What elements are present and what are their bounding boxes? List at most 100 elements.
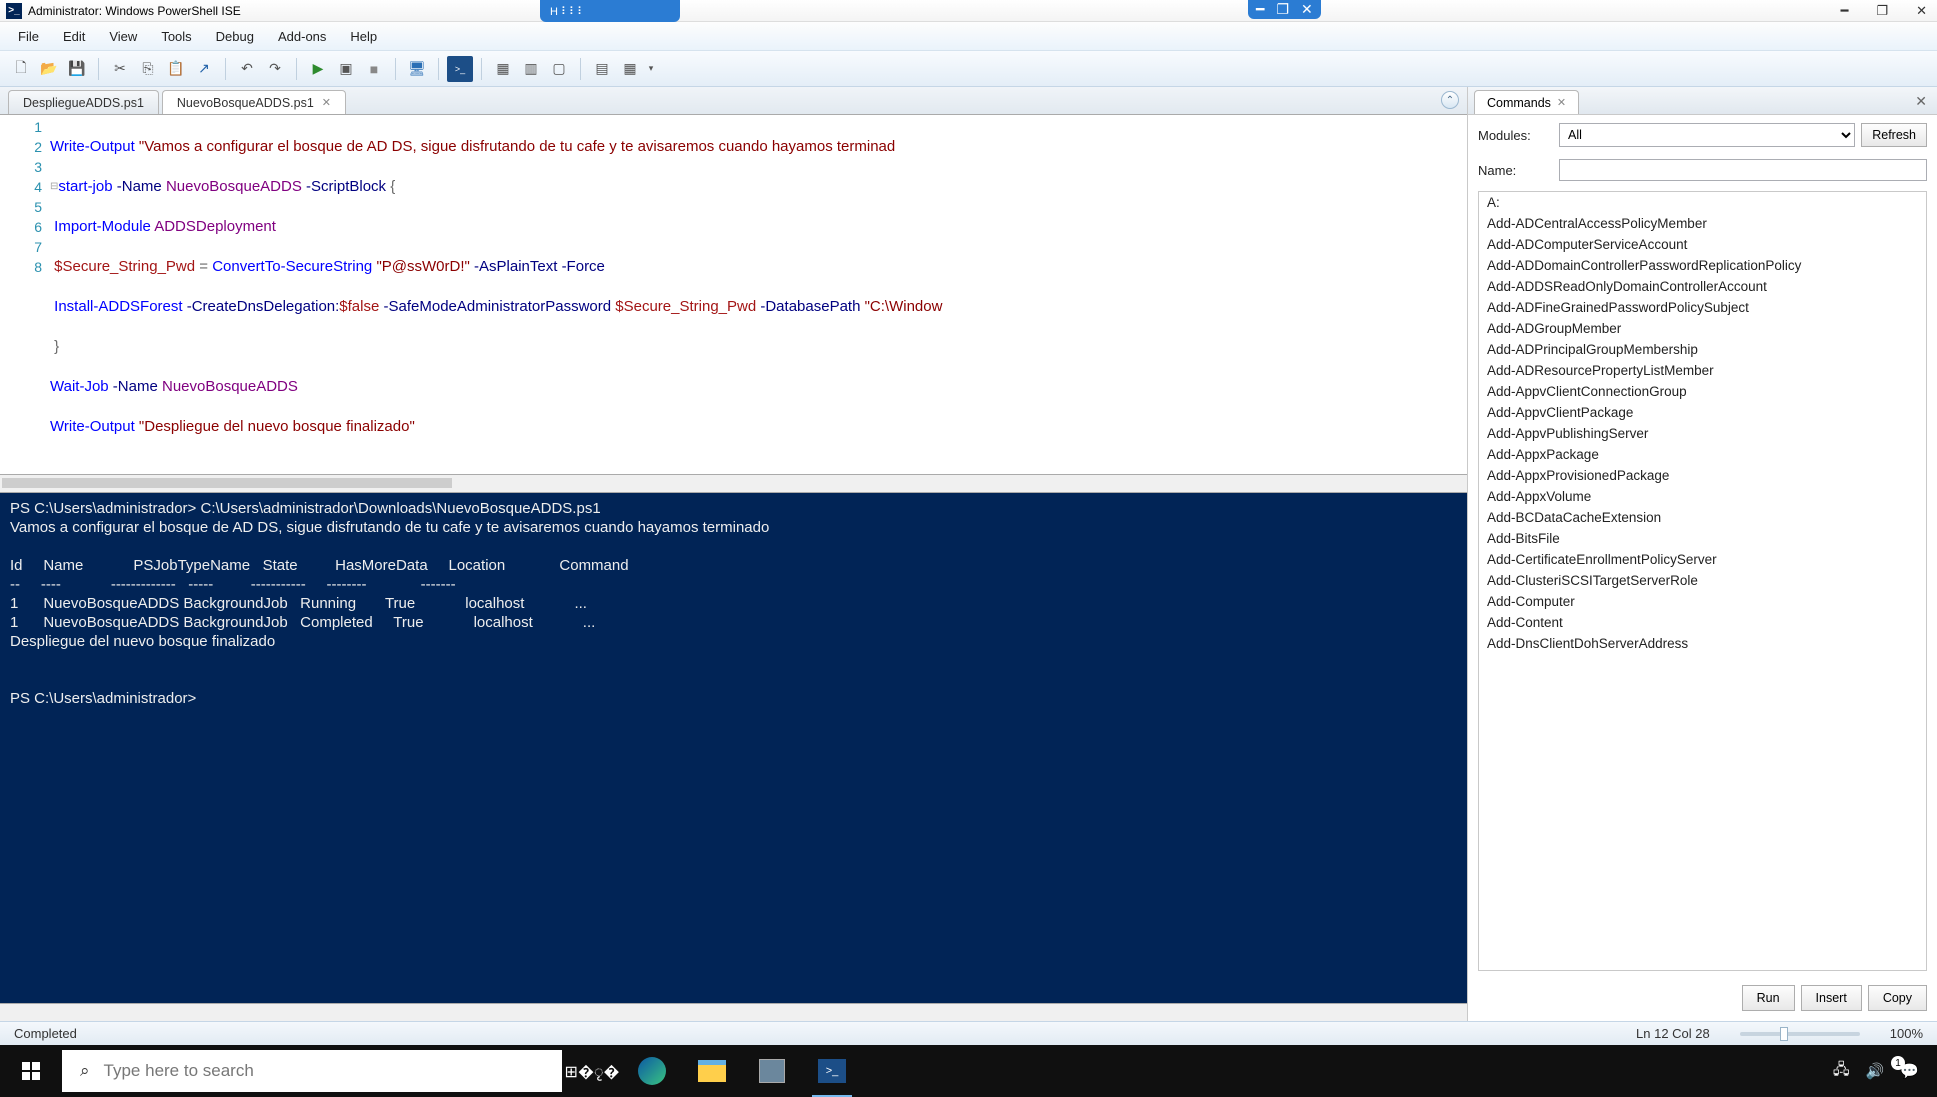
menu-addons[interactable]: Add-ons — [268, 26, 336, 47]
command-list-item[interactable]: Add-Content — [1479, 612, 1926, 633]
command-list-item[interactable]: Add-AppxPackage — [1479, 444, 1926, 465]
close-icon[interactable]: ✕ — [1916, 3, 1927, 19]
close-icon[interactable]: ✕ — [1557, 96, 1566, 109]
cut-icon[interactable]: ✂ — [107, 56, 133, 82]
run-script-icon[interactable]: ▶ — [305, 56, 331, 82]
command-list-item[interactable]: Add-ADPrincipalGroupMembership — [1479, 339, 1926, 360]
zoom-slider[interactable] — [1740, 1032, 1860, 1036]
command-list-item[interactable]: Add-ADDSReadOnlyDomainControllerAccount — [1479, 276, 1926, 297]
show-command-icon[interactable]: ▦ — [617, 56, 643, 82]
powershell-tab-icon[interactable]: >_ — [447, 56, 473, 82]
command-list-item[interactable]: Add-ADFineGrainedPasswordPolicySubject — [1479, 297, 1926, 318]
commands-list[interactable]: A:Add-ADCentralAccessPolicyMemberAdd-ADC… — [1478, 191, 1927, 971]
layout-2-icon[interactable]: ▥ — [518, 56, 544, 82]
show-script-icon[interactable]: ▤ — [589, 56, 615, 82]
command-list-item[interactable]: Add-DnsClientDohServerAddress — [1479, 633, 1926, 654]
redo-icon[interactable]: ↷ — [262, 56, 288, 82]
code-content[interactable]: Write-Output "Vamos a configurar el bosq… — [50, 115, 1467, 474]
layout-1-icon[interactable]: ▦ — [490, 56, 516, 82]
maximize-icon[interactable]: ❐ — [1876, 3, 1888, 19]
command-list-item[interactable]: Add-BCDataCacheExtension — [1479, 507, 1926, 528]
separator — [580, 58, 581, 80]
zoom-level: 100% — [1890, 1026, 1923, 1041]
menu-tools[interactable]: Tools — [151, 26, 201, 47]
run-button[interactable]: Run — [1742, 985, 1795, 1011]
tab-label: DespliegueADDS.ps1 — [23, 96, 144, 110]
command-list-item[interactable]: A: — [1479, 192, 1926, 213]
outer-window-controls: ━ ❐ ✕ — [1841, 3, 1927, 19]
separator — [98, 58, 99, 80]
console-pane[interactable]: PS C:\Users\administrador> C:\Users\admi… — [0, 493, 1467, 1003]
command-list-item[interactable]: Add-ADDomainControllerPasswordReplicatio… — [1479, 255, 1926, 276]
insert-button[interactable]: Insert — [1801, 985, 1862, 1011]
command-list-item[interactable]: Add-AppvClientPackage — [1479, 402, 1926, 423]
command-list-item[interactable]: Add-AppvClientConnectionGroup — [1479, 381, 1926, 402]
menu-help[interactable]: Help — [340, 26, 387, 47]
undo-icon[interactable]: ↶ — [234, 56, 260, 82]
command-list-item[interactable]: Add-ADResourcePropertyListMember — [1479, 360, 1926, 381]
new-file-icon[interactable]: 🗋 — [8, 56, 34, 82]
minimize-icon[interactable]: ━ — [1256, 1, 1264, 18]
run-selection-icon[interactable]: ▣ — [333, 56, 359, 82]
toolbar-overflow-icon[interactable]: ▾ — [645, 56, 657, 82]
name-input[interactable] — [1559, 159, 1927, 181]
clear-icon[interactable]: ↗ — [191, 56, 217, 82]
command-list-item[interactable]: Add-AppvPublishingServer — [1479, 423, 1926, 444]
command-list-item[interactable]: Add-BitsFile — [1479, 528, 1926, 549]
server-manager-icon[interactable] — [742, 1045, 802, 1097]
menu-view[interactable]: View — [99, 26, 147, 47]
tab-despliegue[interactable]: DespliegueADDS.ps1 — [8, 90, 159, 114]
wifi-icon: H ⠇⠇⠇ — [550, 5, 585, 18]
remote-icon[interactable]: 🖥 — [404, 56, 430, 82]
console-horizontal-scrollbar[interactable] — [0, 1003, 1467, 1021]
separator — [438, 58, 439, 80]
task-view-icon[interactable]: ⊞�ृ� — [562, 1045, 622, 1097]
edge-icon[interactable] — [622, 1045, 682, 1097]
paste-icon[interactable]: 📋 — [163, 56, 189, 82]
menu-edit[interactable]: Edit — [53, 26, 95, 47]
close-icon[interactable]: ✕ — [1301, 1, 1313, 18]
overlay-tab[interactable]: H ⠇⠇⠇ — [540, 0, 680, 22]
refresh-button[interactable]: Refresh — [1861, 123, 1927, 147]
sound-icon[interactable]: 🔊 — [1866, 1062, 1885, 1080]
command-list-item[interactable]: Add-AppxProvisionedPackage — [1479, 465, 1926, 486]
separator — [296, 58, 297, 80]
menu-file[interactable]: File — [8, 26, 49, 47]
code-editor[interactable]: 12345678 Write-Output "Vamos a configura… — [0, 115, 1467, 475]
minimize-icon[interactable]: ━ — [1841, 3, 1849, 19]
editor-horizontal-scrollbar[interactable] — [0, 475, 1467, 493]
modules-select[interactable]: All — [1559, 123, 1855, 147]
close-pane-icon[interactable]: ✕ — [1915, 93, 1927, 110]
network-icon[interactable]: 🖧 — [1833, 1059, 1850, 1084]
copy-button[interactable]: Copy — [1868, 985, 1927, 1011]
tab-nuevobosque[interactable]: NuevoBosqueADDS.ps1 ✕ — [162, 90, 346, 114]
commands-tab[interactable]: Commands ✕ — [1474, 90, 1579, 114]
copy-icon[interactable]: ⎘ — [135, 56, 161, 82]
notifications-icon[interactable]: 💬1 — [1900, 1062, 1919, 1080]
maximize-icon[interactable]: ❐ — [1276, 1, 1289, 18]
powershell-ise-icon[interactable]: >_ — [802, 1045, 862, 1097]
commands-tab-label: Commands — [1487, 96, 1551, 110]
command-list-item[interactable]: Add-Computer — [1479, 591, 1926, 612]
search-placeholder: Type here to search — [104, 1061, 254, 1081]
open-file-icon[interactable]: 📂 — [36, 56, 62, 82]
menu-debug[interactable]: Debug — [206, 26, 264, 47]
command-list-item[interactable]: Add-ADCentralAccessPolicyMember — [1479, 213, 1926, 234]
command-list-item[interactable]: Add-CertificateEnrollmentPolicyServer — [1479, 549, 1926, 570]
start-button[interactable] — [0, 1045, 62, 1097]
taskbar-search[interactable]: ⌕ Type here to search — [62, 1050, 562, 1092]
command-list-item[interactable]: Add-AppxVolume — [1479, 486, 1926, 507]
collapse-script-pane-icon[interactable]: ⌃ — [1441, 91, 1459, 109]
name-label: Name: — [1478, 163, 1553, 178]
command-list-item[interactable]: Add-ADGroupMember — [1479, 318, 1926, 339]
explorer-icon[interactable] — [682, 1045, 742, 1097]
close-icon[interactable]: ✕ — [322, 96, 331, 109]
command-list-item[interactable]: Add-ClusteriSCSITargetServerRole — [1479, 570, 1926, 591]
stop-icon[interactable]: ■ — [361, 56, 387, 82]
command-list-item[interactable]: Add-ADComputerServiceAccount — [1479, 234, 1926, 255]
separator — [395, 58, 396, 80]
save-icon[interactable]: 💾 — [64, 56, 90, 82]
layout-3-icon[interactable]: ▢ — [546, 56, 572, 82]
status-bar: Completed Ln 12 Col 28 100% — [0, 1021, 1937, 1045]
menu-bar: File Edit View Tools Debug Add-ons Help — [0, 22, 1937, 51]
